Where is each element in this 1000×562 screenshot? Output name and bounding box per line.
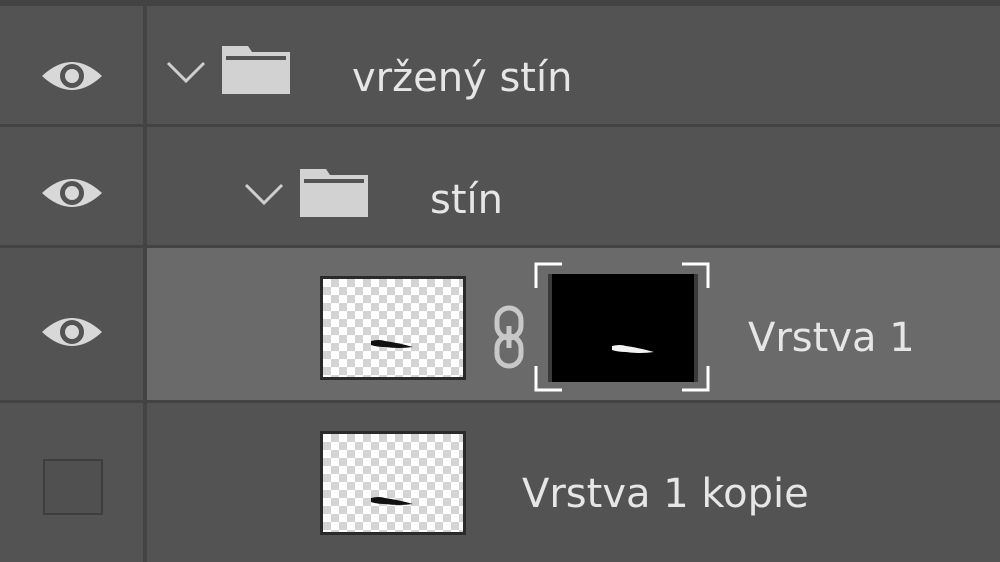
shadow-shape-icon [371,340,413,348]
layer-thumbnail[interactable] [320,431,466,535]
visibility-cell [0,248,143,400]
visibility-toggle-off[interactable] [43,459,103,515]
layer-row-vrstva-1-kopie[interactable]: Vrstva 1 kopie [0,403,1000,562]
chain-link-icon[interactable] [492,304,526,370]
eye-icon[interactable] [40,310,104,354]
folder-icon [222,46,290,94]
eye-icon[interactable] [40,54,104,98]
eye-icon[interactable] [40,171,104,215]
layers-panel: vržený stín stín Vrstva 1 Vrstva 1 kopie [0,0,1000,562]
visibility-cell [0,127,143,245]
layer-name: Vrstva 1 [748,315,915,361]
chevron-down-icon[interactable] [166,61,206,85]
mask-fill [548,274,698,382]
shadow-shape-icon [371,497,413,505]
layer-name: stín [430,177,503,223]
layer-row-vrstva-1[interactable]: Vrstva 1 [0,248,1000,400]
layer-row-group-stin[interactable]: stín [0,127,1000,245]
layer-name: vržený stín [352,55,573,101]
mask-shape-icon [612,345,654,353]
visibility-cell [0,6,143,124]
folder-icon [300,169,368,217]
layer-name: Vrstva 1 kopie [522,471,809,517]
chevron-down-icon[interactable] [244,183,284,207]
layer-mask-thumbnail[interactable] [534,262,710,392]
visibility-cell [0,403,143,562]
layer-row-group-vrzeny-stin[interactable]: vržený stín [0,6,1000,124]
layer-thumbnail[interactable] [320,276,466,380]
visibility-column-divider [143,0,147,562]
